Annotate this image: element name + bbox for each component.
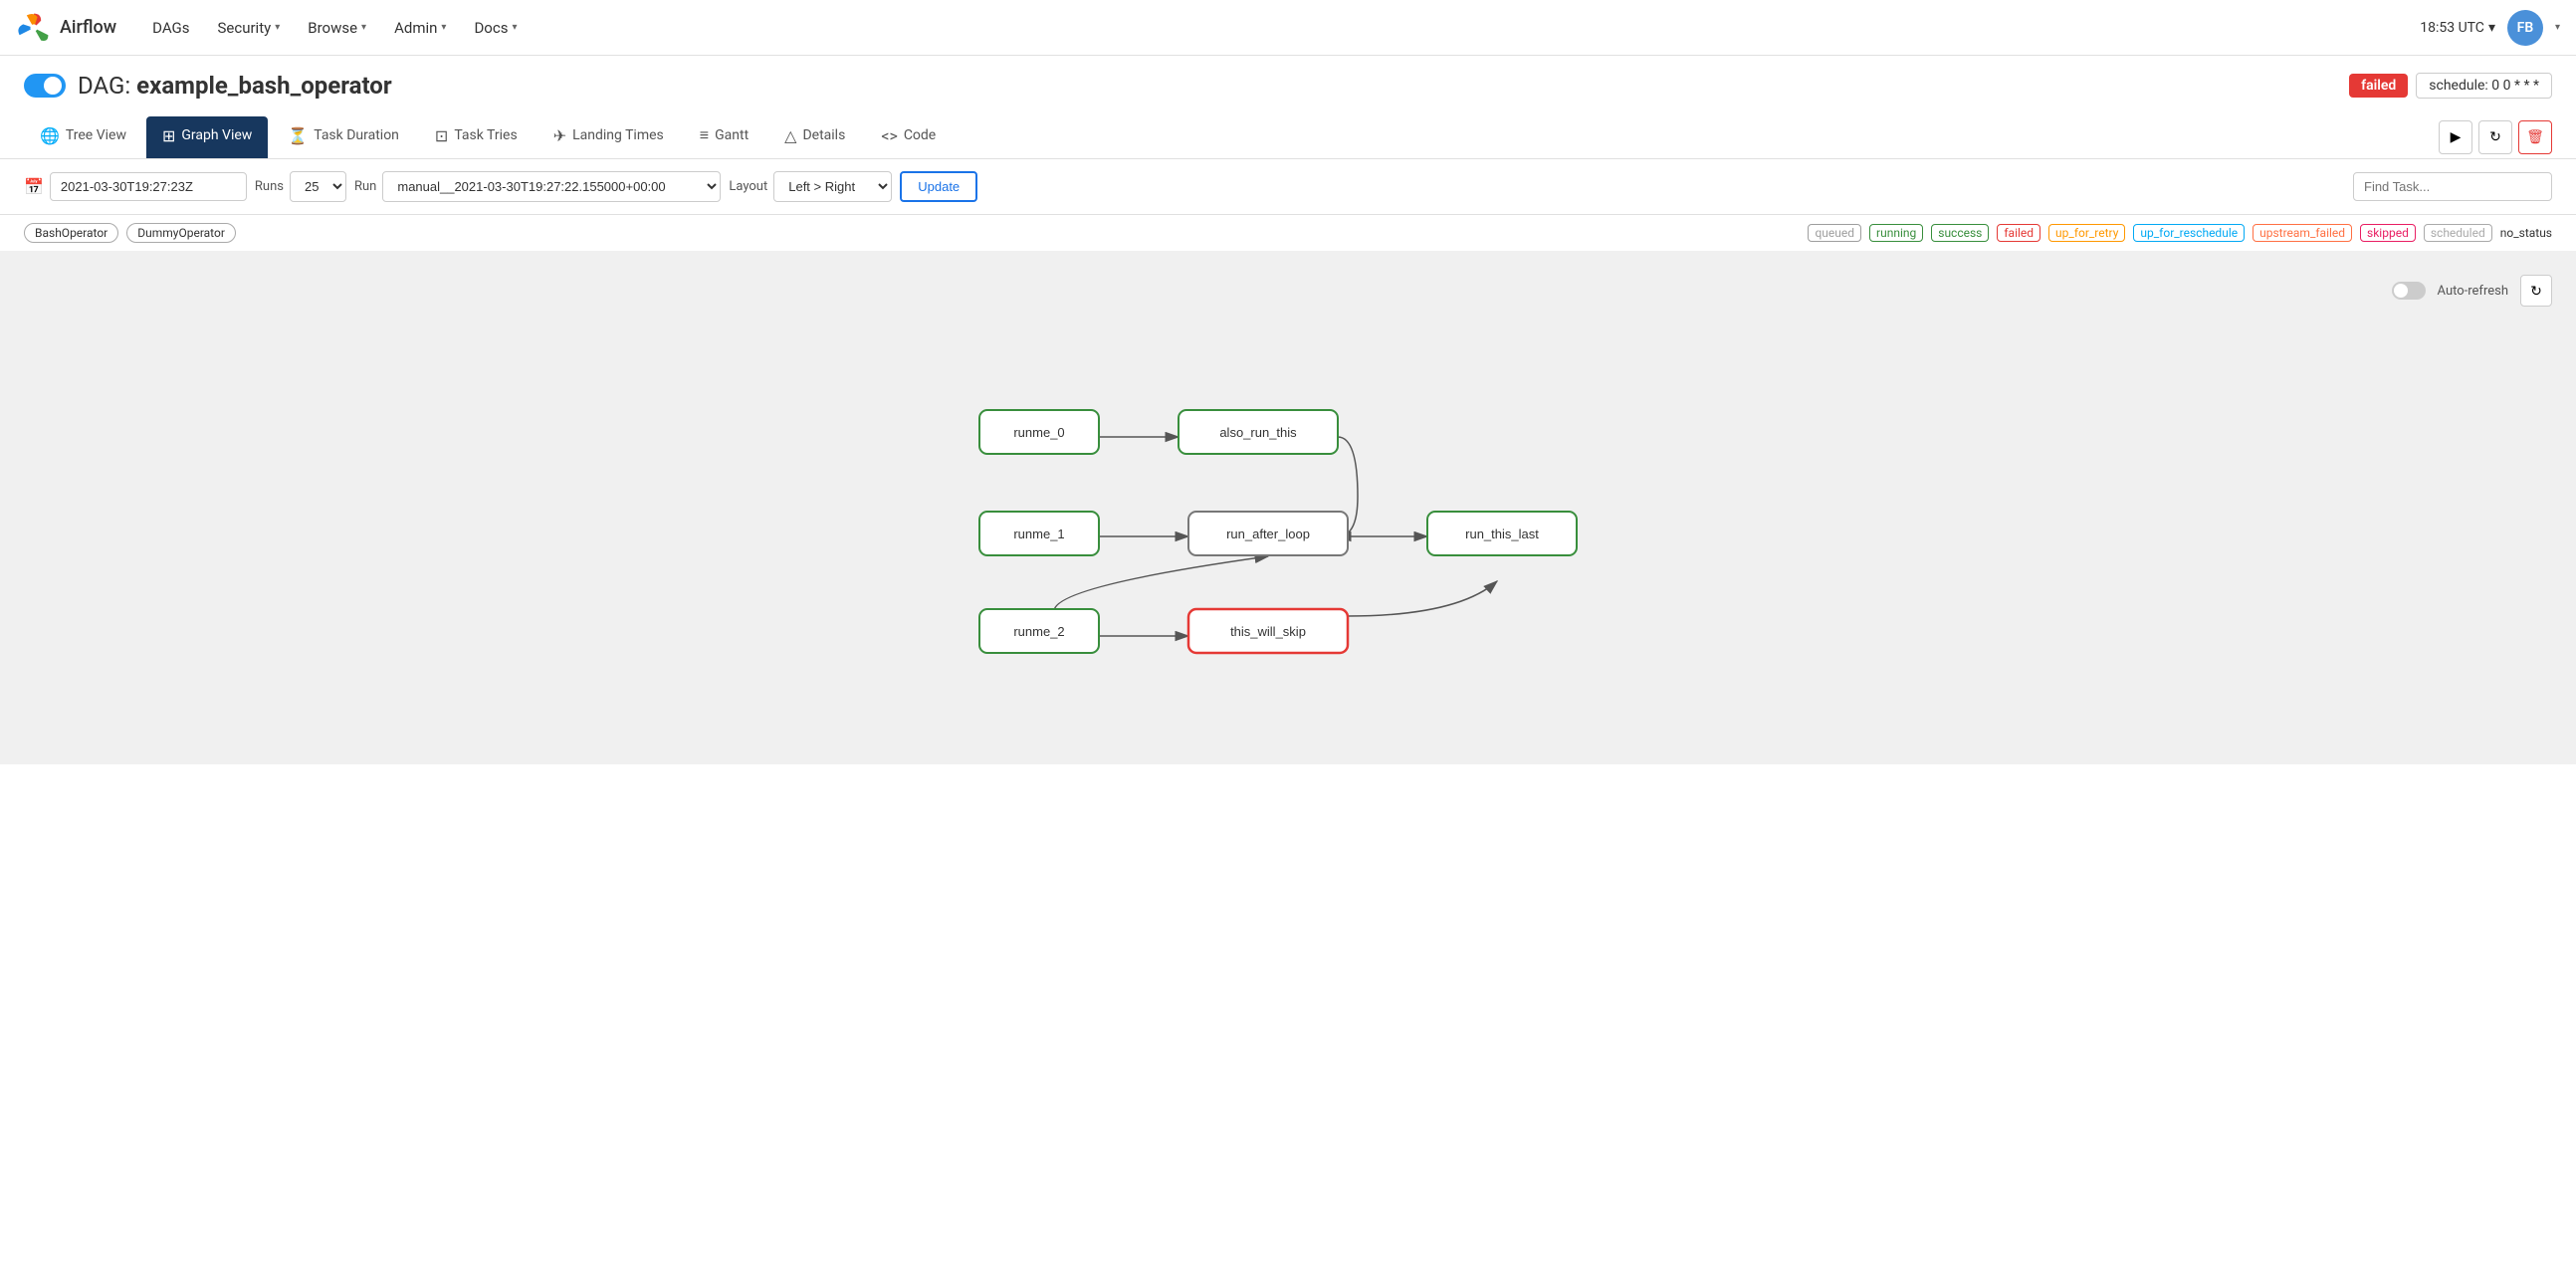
status-failed: failed <box>1997 224 2040 242</box>
find-task-input[interactable] <box>2353 172 2552 201</box>
tries-icon: ⊡ <box>435 126 448 145</box>
dag-title: DAG: example_bash_operator <box>78 72 392 100</box>
admin-chevron: ▾ <box>441 22 446 33</box>
runs-label: Runs <box>255 179 284 194</box>
browse-chevron: ▾ <box>361 22 366 33</box>
runs-select[interactable]: 25 10 50 <box>290 171 346 202</box>
status-upstream-failed: upstream_failed <box>2253 224 2352 242</box>
nav-dags[interactable]: DAGs <box>140 11 201 45</box>
dag-svg: runme_0 also_run_this runme_1 run_after_… <box>900 342 1676 721</box>
node-runafterloop-label: run_after_loop <box>1226 527 1310 541</box>
status-scheduled: scheduled <box>2424 224 2492 242</box>
nav-browse[interactable]: Browse ▾ <box>296 11 378 45</box>
graph-controls: Auto-refresh ↻ <box>24 275 2552 307</box>
graph-area: Auto-refresh ↻ <box>0 251 2576 764</box>
legend-bar: BashOperator DummyOperator queued runnin… <box>0 215 2576 251</box>
status-running: running <box>1869 224 1923 242</box>
layout-label: Layout <box>729 179 767 194</box>
runs-selector: Runs 25 10 50 <box>255 171 346 202</box>
status-skipped: skipped <box>2360 224 2416 242</box>
nav-security[interactable]: Security ▾ <box>205 11 292 45</box>
navbar: Airflow DAGs Security ▾ Browse ▾ Admin ▾… <box>0 0 2576 56</box>
status-up-for-reschedule: up_for_reschedule <box>2133 224 2245 242</box>
dag-graph: runme_0 also_run_this runme_1 run_after_… <box>24 322 2552 740</box>
user-chevron: ▾ <box>2555 22 2560 33</box>
refresh-button[interactable]: ↻ <box>2478 120 2512 154</box>
gantt-icon: ≡ <box>700 125 709 145</box>
operators-legend: BashOperator DummyOperator <box>24 223 236 243</box>
update-button[interactable]: Update <box>900 171 977 202</box>
duration-icon: ⏳ <box>288 126 308 145</box>
node-runme2-label: runme_2 <box>1013 624 1064 639</box>
landing-icon: ✈ <box>553 126 566 145</box>
node-runthislast-label: run_this_last <box>1465 527 1539 541</box>
dag-toggle[interactable] <box>24 74 66 98</box>
status-queued: queued <box>1808 224 1861 242</box>
page-header: DAG: example_bash_operator failed schedu… <box>0 56 2576 107</box>
brand-name: Airflow <box>60 17 116 38</box>
calendar-icon: 📅 <box>24 177 44 196</box>
dag-title-area: DAG: example_bash_operator <box>24 72 392 100</box>
docs-chevron: ▾ <box>512 22 517 33</box>
edge-thiswillskip-runthislast <box>1348 581 1497 616</box>
tab-landing[interactable]: ✈ Landing Times <box>537 116 680 158</box>
run-label: Run <box>354 179 376 194</box>
node-runme0-label: runme_0 <box>1013 425 1064 440</box>
time-display[interactable]: 18:53 UTC ▾ <box>2420 20 2495 36</box>
tabs-bar: 🌐 Tree View ⊞ Graph View ⏳ Task Duration… <box>0 115 2576 159</box>
node-runme1-label: runme_1 <box>1013 527 1064 541</box>
auto-refresh-toggle[interactable] <box>2392 282 2426 300</box>
bash-operator-badge[interactable]: BashOperator <box>24 223 118 243</box>
layout-selector: Layout Left > Right Top > Bottom <box>729 171 892 202</box>
dag-status-area: failed schedule: 0 0 * * * <box>2349 73 2552 99</box>
schedule-badge: schedule: 0 0 * * * <box>2416 73 2552 99</box>
run-button[interactable]: ▶ <box>2439 120 2472 154</box>
user-avatar[interactable]: FB <box>2507 10 2543 46</box>
status-success: success <box>1931 224 1989 242</box>
nav-docs[interactable]: Docs ▾ <box>462 11 529 45</box>
auto-refresh-label: Auto-refresh <box>2438 284 2508 299</box>
airflow-logo <box>16 10 52 46</box>
tab-duration[interactable]: ⏳ Task Duration <box>272 116 415 158</box>
layout-select[interactable]: Left > Right Top > Bottom <box>773 171 892 202</box>
status-up-for-retry: up_for_retry <box>2048 224 2125 242</box>
nav-admin[interactable]: Admin ▾ <box>382 11 458 45</box>
toolbar: 📅 Runs 25 10 50 Run manual__2021-03-30T1… <box>0 159 2576 215</box>
tab-graph[interactable]: ⊞ Graph View <box>146 116 268 158</box>
nav-menu: DAGs Security ▾ Browse ▾ Admin ▾ Docs ▾ <box>140 11 2420 45</box>
details-icon: △ <box>784 126 796 145</box>
node-thiswillskip-label: this_will_skip <box>1230 624 1306 639</box>
dummy-operator-badge[interactable]: DummyOperator <box>126 223 236 243</box>
status-no-status: no_status <box>2500 226 2552 240</box>
tree-icon: 🌐 <box>40 126 60 145</box>
tab-tries[interactable]: ⊡ Task Tries <box>419 116 534 158</box>
tabs-actions: ▶ ↻ 🗑 <box>2439 120 2552 154</box>
node-alsorunthis-label: also_run_this <box>1219 425 1297 440</box>
tab-code[interactable]: <> Code <box>865 116 952 158</box>
tab-gantt[interactable]: ≡ Gantt <box>684 115 764 158</box>
status-legend: queued running success failed up_for_ret… <box>1808 224 2552 242</box>
brand[interactable]: Airflow <box>16 10 116 46</box>
date-wrapper: 📅 <box>24 172 247 201</box>
code-icon: <> <box>881 126 898 145</box>
date-input[interactable] <box>50 172 247 201</box>
time-chevron: ▾ <box>2488 20 2495 36</box>
run-select[interactable]: manual__2021-03-30T19:27:22.155000+00:00 <box>382 171 721 202</box>
failed-badge: failed <box>2349 74 2408 98</box>
graph-refresh-button[interactable]: ↻ <box>2520 275 2552 307</box>
graph-icon: ⊞ <box>162 126 175 145</box>
security-chevron: ▾ <box>275 22 280 33</box>
navbar-right: 18:53 UTC ▾ FB ▾ <box>2420 10 2560 46</box>
edge-runme2-runafterloop <box>1054 556 1268 611</box>
tab-tree[interactable]: 🌐 Tree View <box>24 116 142 158</box>
run-selector: Run manual__2021-03-30T19:27:22.155000+0… <box>354 171 721 202</box>
tab-details[interactable]: △ Details <box>768 116 861 158</box>
delete-button[interactable]: 🗑 <box>2518 120 2552 154</box>
